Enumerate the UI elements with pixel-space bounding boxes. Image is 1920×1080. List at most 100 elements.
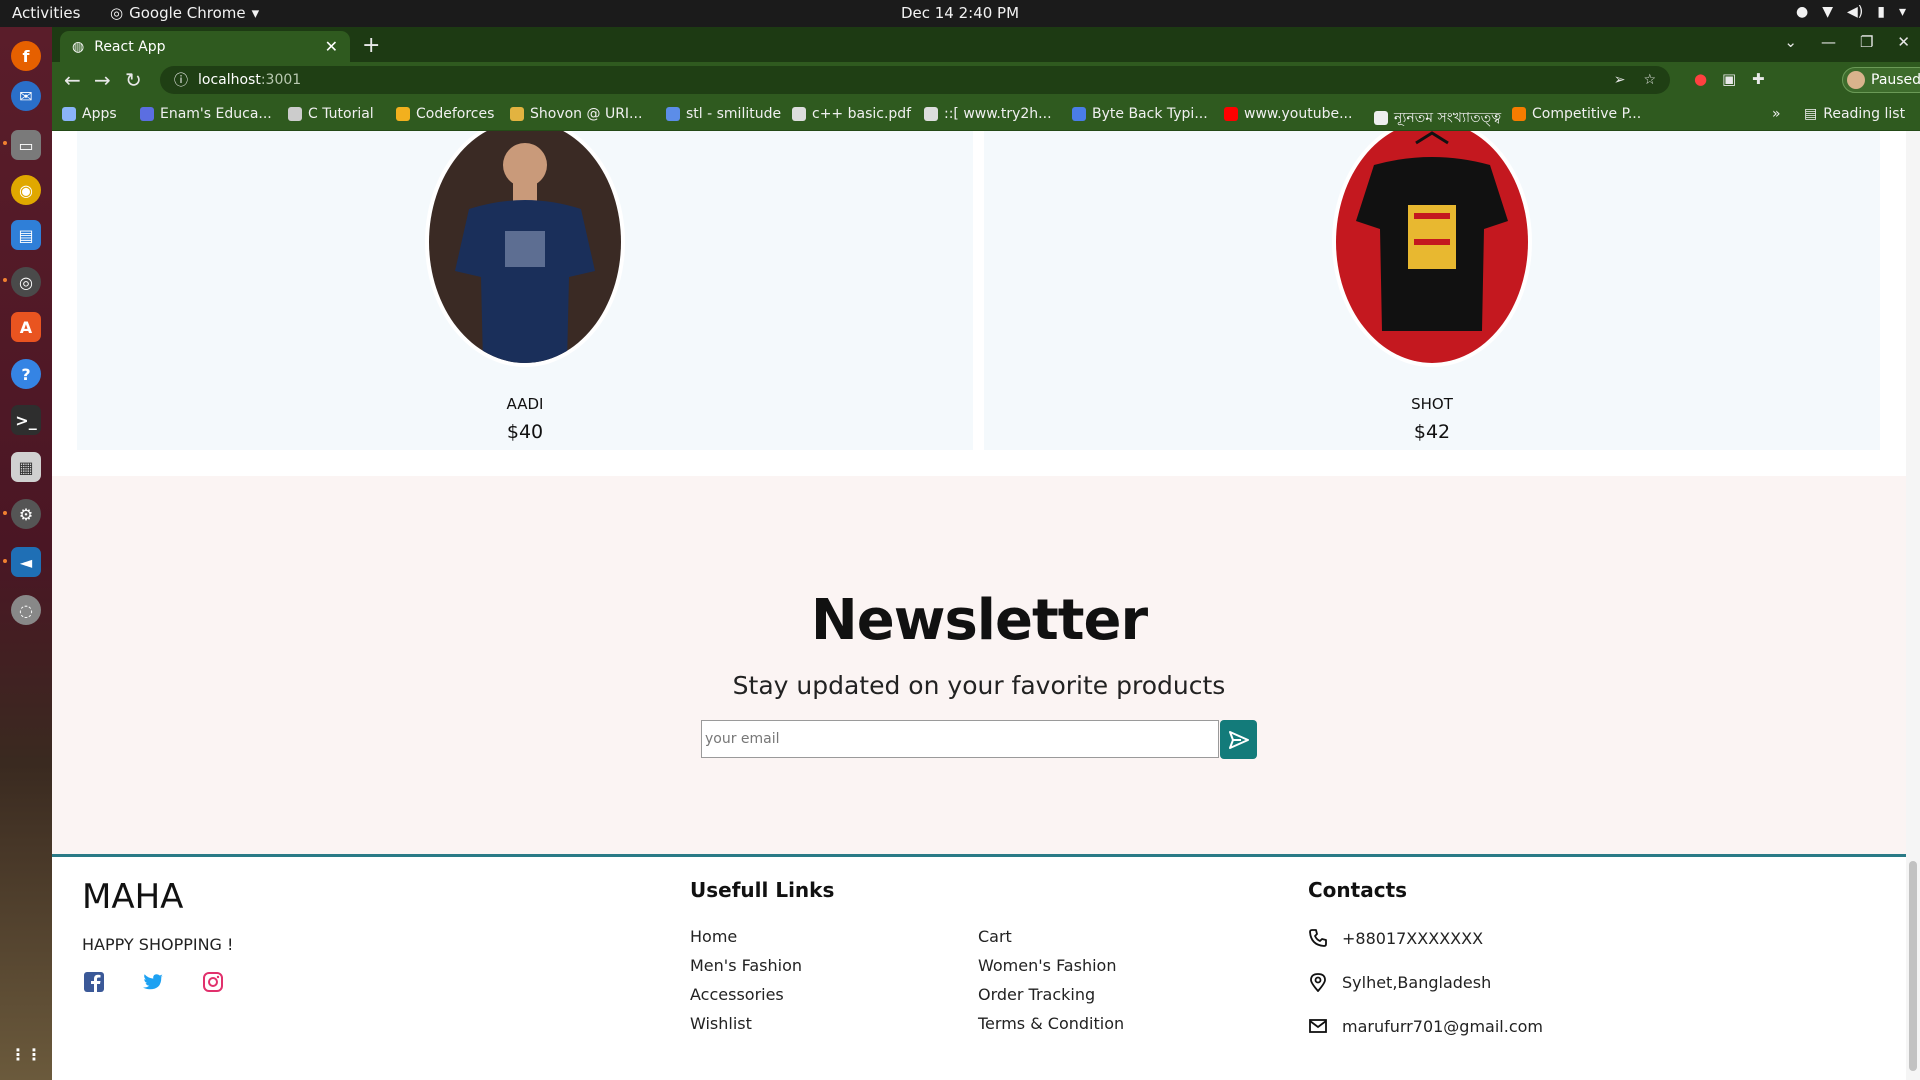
footer-link-womens-fashion[interactable]: Women's Fashion [978, 956, 1116, 975]
contact-phone: +88017XXXXXXX [1308, 928, 1483, 948]
activities-button[interactable]: Activities [12, 4, 80, 22]
email-input[interactable] [701, 720, 1219, 758]
rhythmbox-icon[interactable]: ◉ [11, 175, 41, 205]
extension-gray-icon[interactable]: ▣ [1722, 70, 1736, 88]
footer-link-home[interactable]: Home [690, 927, 737, 946]
bookmark-item[interactable]: Competitive P... [1512, 106, 1641, 122]
show-apps-icon[interactable]: ⋮⋮ [10, 1039, 42, 1069]
contact-phone-text: +88017XXXXXXX [1342, 928, 1484, 948]
new-tab-button[interactable]: + [362, 33, 380, 58]
bookmarks-overflow-icon[interactable]: » [1772, 106, 1781, 122]
bookmark-item[interactable]: ::[ www.try2h... [924, 106, 1052, 122]
globe-icon: ◍ [72, 38, 85, 55]
bookmark-label: ::[ www.try2h... [944, 106, 1052, 122]
reading-list-button[interactable]: ▤ Reading list [1804, 106, 1905, 122]
firefox-icon[interactable]: f [11, 41, 41, 71]
close-window-icon[interactable]: ✕ [1897, 33, 1910, 51]
bookmark-favicon-icon [792, 107, 806, 121]
help-icon[interactable]: ? [11, 359, 41, 389]
profile-button[interactable]: Paused [1842, 67, 1920, 93]
bookmark-label: Enam's Educa... [160, 106, 272, 122]
bookmark-item[interactable]: C Tutorial [288, 106, 374, 122]
forward-icon[interactable]: → [94, 68, 111, 92]
footer-link-mens-fashion[interactable]: Men's Fashion [690, 956, 802, 975]
tab-strip: ◍ React App ✕ + ⌄ — ❐ ✕ [52, 27, 1920, 62]
footer-brand[interactable]: MAHA [82, 877, 183, 917]
product-image[interactable] [1336, 131, 1528, 363]
footer-link-accessories[interactable]: Accessories [690, 985, 784, 1004]
battery-icon: ▮ [1877, 4, 1885, 20]
terminal-icon[interactable]: >_ [11, 405, 41, 435]
tab-react-app[interactable]: ◍ React App ✕ [60, 31, 350, 62]
bookmark-item[interactable]: c++ basic.pdf [792, 106, 911, 122]
bookmark-favicon-icon [1374, 111, 1388, 125]
facebook-icon[interactable] [83, 971, 105, 993]
app-menu-label: Google Chrome [129, 4, 246, 22]
files-icon[interactable]: ▭ [11, 130, 41, 160]
software-center-icon[interactable]: A [11, 312, 41, 342]
bookmark-item[interactable]: Codeforces [396, 106, 494, 122]
page-viewport: AADI $40 SHOT $42 Newsletter Stay update… [52, 131, 1920, 1080]
tshirt-print-line [1414, 213, 1450, 219]
close-tab-icon[interactable]: ✕ [325, 37, 338, 56]
restore-icon[interactable]: ❐ [1860, 33, 1873, 51]
clock[interactable]: Dec 14 2:40 PM [0, 4, 1920, 22]
product-name: SHOT [1411, 395, 1453, 413]
bookmark-favicon-icon [396, 107, 410, 121]
page-scrollbar[interactable] [1906, 131, 1920, 1080]
bookmark-item[interactable]: www.youtube... [1224, 106, 1352, 122]
chrome-indicator-icon[interactable]: ● [1796, 4, 1808, 20]
extension-red-icon[interactable]: ● [1694, 70, 1707, 88]
back-icon[interactable]: ← [64, 68, 81, 92]
writer-icon[interactable]: ▤ [11, 220, 41, 250]
app-menu[interactable]: ◎ Google Chrome ▾ [110, 4, 259, 22]
bookmark-item[interactable]: Shovon @ URI... [510, 106, 642, 122]
footer-link-wishlist[interactable]: Wishlist [690, 1014, 752, 1033]
product-card[interactable]: SHOT $42 [984, 131, 1880, 450]
bookmark-star-icon[interactable]: ☆ [1643, 72, 1656, 88]
url-host: localhost [198, 72, 261, 88]
vscode-icon[interactable]: ◄ [11, 547, 41, 577]
bookmark-item[interactable]: Apps [62, 106, 117, 122]
footer-link-order-tracking[interactable]: Order Tracking [978, 985, 1095, 1004]
bookmarks-bar: Apps Enam's Educa... C Tutorial Codeforces S… [52, 98, 1920, 131]
settings-icon[interactable]: ⚙ [11, 499, 41, 529]
document-viewer-icon[interactable]: ▦ [11, 452, 41, 482]
contact-email-text[interactable]: marufurr701@gmail.com [1342, 1017, 1543, 1036]
running-indicator [3, 559, 7, 563]
site-info-icon[interactable]: ⓘ [174, 70, 188, 90]
scrollbar-thumb[interactable] [1909, 861, 1917, 1071]
bookmark-label: ন্যূনতম সংখ্যাতত্ত্ব [1394, 110, 1502, 126]
reading-list-label: Reading list [1823, 106, 1906, 122]
chrome-dock-icon[interactable]: ◎ [11, 267, 41, 297]
bookmark-label: Shovon @ URI... [530, 106, 643, 122]
disk-icon[interactable]: ◌ [11, 595, 41, 625]
send-icon[interactable]: ➢ [1614, 72, 1626, 88]
useful-links-heading: Usefull Links [690, 878, 835, 902]
bookmark-item[interactable]: Enam's Educa... [140, 106, 272, 122]
bookmark-item[interactable]: ন্যূনতম সংখ্যাতত্ত্ব [1374, 106, 1501, 130]
product-card[interactable]: AADI $40 [77, 131, 973, 450]
bookmark-item[interactable]: stl - smilitude [666, 106, 781, 122]
system-top-bar: Activities ◎ Google Chrome ▾ Dec 14 2:40… [0, 0, 1920, 27]
contact-email: marufurr701@gmail.com [1308, 1016, 1543, 1036]
address-bar[interactable]: ⓘ localhost:3001 ➢ ☆ [160, 66, 1670, 94]
bookmark-favicon-icon [288, 107, 302, 121]
volume-icon: ◀) [1847, 4, 1864, 20]
subscribe-button[interactable] [1220, 720, 1257, 759]
bookmark-label: Competitive P... [1532, 106, 1642, 122]
minimize-icon[interactable]: — [1821, 33, 1836, 51]
reload-icon[interactable]: ↻ [125, 68, 142, 92]
system-tray[interactable]: ● ▼ ◀) ▮ ▾ [1796, 4, 1906, 20]
footer-link-cart[interactable]: Cart [978, 927, 1012, 946]
thunderbird-icon[interactable]: ✉ [11, 81, 41, 111]
product-image[interactable] [429, 131, 621, 363]
extensions-puzzle-icon[interactable]: ✚ [1752, 70, 1765, 88]
twitter-icon[interactable] [142, 971, 164, 993]
dock: f ✉ ▭ ◉ ▤ ◎ A ? >_ ▦ ⚙ ◄ ◌ ⋮⋮ [0, 27, 52, 1080]
avatar [1847, 71, 1865, 89]
tab-search-icon[interactable]: ⌄ [1784, 33, 1797, 51]
footer-link-terms[interactable]: Terms & Condition [978, 1014, 1124, 1033]
bookmark-item[interactable]: Byte Back Typi... [1072, 106, 1208, 122]
instagram-icon[interactable] [202, 971, 224, 993]
